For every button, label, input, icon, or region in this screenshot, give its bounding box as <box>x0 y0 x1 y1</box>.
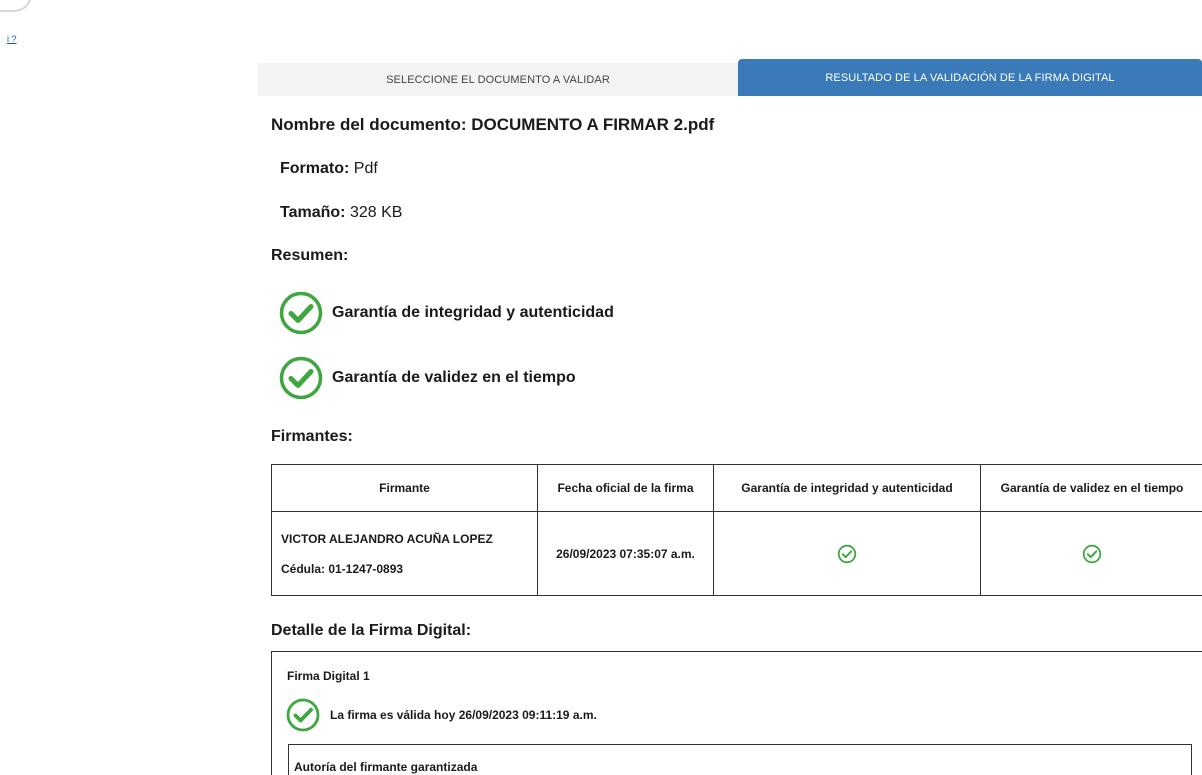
signature-date: 26/09/2023 07:35:07 a.m. <box>537 511 714 596</box>
tab-select-document[interactable]: SELECCIONE EL DOCUMENTO A VALIDAR <box>258 63 738 96</box>
signature-valid-status: La firma es válida hoy 26/09/2023 09:11:… <box>286 698 597 732</box>
validity-status <box>980 511 1202 596</box>
corner-link[interactable]: i ? <box>7 35 17 44</box>
summary-item-label: Garantía de integridad y autenticidad <box>332 304 614 321</box>
signature-valid-text: La firma es válida hoy 26/09/2023 09:11:… <box>330 708 597 722</box>
column-header-signer: Firmante <box>271 464 538 512</box>
format-label: Formato: <box>280 160 350 177</box>
authorship-panel: Autoría del firmante garantizada <box>288 744 1192 775</box>
summary-item-label: Garantía de validez en el tiempo <box>332 369 576 386</box>
window-corner <box>0 0 32 12</box>
document-size: Tamaño: 328 KB <box>280 204 402 222</box>
check-circle-icon <box>1082 544 1102 563</box>
tab-bar: SELECCIONE EL DOCUMENTO A VALIDAR RESULT… <box>258 59 1202 96</box>
size-label: Tamaño: <box>280 204 346 221</box>
signer-name: VICTOR ALEJANDRO ACUÑA LOPEZ <box>281 531 493 546</box>
column-header-date: Fecha oficial de la firma <box>537 464 714 512</box>
summary-title: Resumen: <box>271 247 349 264</box>
summary-item-validity: Garantía de validez en el tiempo <box>279 356 576 400</box>
signers-title: Firmantes: <box>271 428 353 445</box>
table-row: VICTOR ALEJANDRO ACUÑA LOPEZ Cédula: 01-… <box>271 511 1202 596</box>
page: i ? SELECCIONE EL DOCUMENTO A VALIDAR RE… <box>0 0 1202 775</box>
check-circle-icon <box>279 291 323 335</box>
format-value: Pdf <box>353 160 378 177</box>
signature-title: Firma Digital 1 <box>287 669 370 683</box>
size-value: 328 KB <box>349 204 403 221</box>
document-format: Formato: Pdf <box>280 160 378 178</box>
column-header-validity: Garantía de validez en el tiempo <box>980 464 1202 512</box>
document-name: Nombre del documento: DOCUMENTO A FIRMAR… <box>271 115 715 134</box>
signature-detail-panel: Firma Digital 1 La firma es válida hoy 2… <box>271 651 1202 775</box>
integrity-status <box>713 511 981 596</box>
column-header-integrity: Garantía de integridad y autenticidad <box>713 464 981 512</box>
signature-detail-title: Detalle de la Firma Digital: <box>271 622 472 639</box>
check-circle-icon <box>837 544 857 563</box>
signer-cell: VICTOR ALEJANDRO ACUÑA LOPEZ Cédula: 01-… <box>271 511 538 596</box>
summary-item-integrity: Garantía de integridad y autenticidad <box>279 291 614 335</box>
check-circle-icon <box>286 698 320 732</box>
signers-table: Firmante Fecha oficial de la firma Garan… <box>271 464 1202 596</box>
tab-validation-result[interactable]: RESULTADO DE LA VALIDACIÓN DE LA FIRMA D… <box>738 59 1202 96</box>
table-header-row: Firmante Fecha oficial de la firma Garan… <box>271 464 1202 512</box>
check-circle-icon <box>279 356 323 400</box>
signer-id: Cédula: 01-1247-0893 <box>281 561 404 576</box>
authorship-title: Autoría del firmante garantizada <box>294 760 478 774</box>
